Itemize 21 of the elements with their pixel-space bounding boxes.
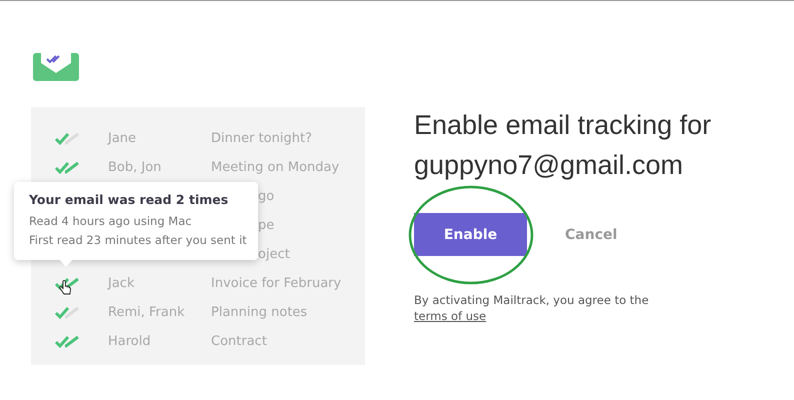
page-heading: Enable email tracking for guppyno7@gmail.com: [414, 109, 712, 182]
sender-name: Jane: [108, 131, 138, 146]
cancel-button[interactable]: Cancel: [565, 226, 618, 242]
hand-cursor-icon: [59, 280, 71, 296]
email-subject: Contract: [211, 334, 267, 349]
enable-button[interactable]: Enable: [414, 213, 527, 256]
email-subject: pe: [258, 218, 274, 233]
email-subject: oject: [258, 247, 290, 262]
email-subject: Invoice for February: [211, 276, 342, 291]
email-subject: go: [258, 189, 274, 204]
sender-name: Jack: [108, 276, 136, 291]
sender-name: Bob, Jon: [108, 160, 162, 175]
tooltip-title: Your email was read 2 times: [29, 192, 230, 207]
terms-link[interactable]: terms of use: [414, 309, 486, 323]
agreement-text: By activating Mailtrack, you agree to the: [414, 293, 649, 307]
email-subject: Planning notes: [211, 305, 308, 320]
tooltip-line: Read 4 hours ago using Mac: [29, 213, 193, 230]
email-subject: Dinner tonight?: [211, 131, 312, 146]
sender-name: Harold: [108, 334, 152, 349]
sender-name: Remi, Frank: [108, 305, 186, 320]
email-subject: Meeting on Monday: [211, 160, 340, 175]
